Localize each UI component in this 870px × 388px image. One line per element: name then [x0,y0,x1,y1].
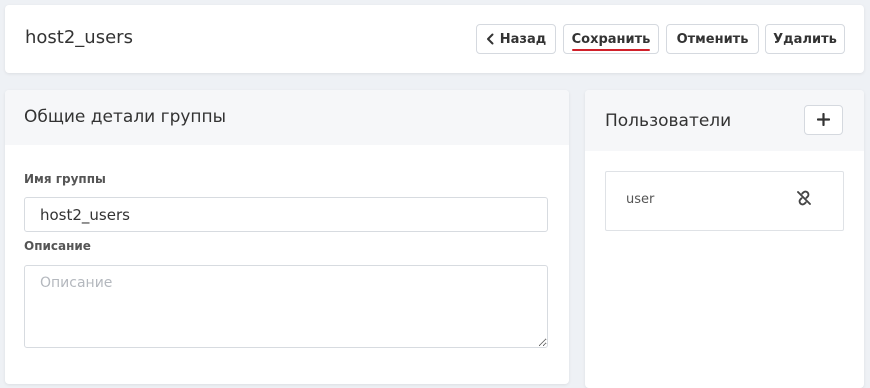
description-label: Описание [24,239,91,253]
users-card: Пользователи user [585,90,864,388]
back-button[interactable]: Назад [476,24,556,54]
plus-icon [816,111,831,130]
page-header: host2_users Назад Сохранить Отменить Уда… [5,5,864,73]
add-user-button[interactable] [804,105,843,135]
group-name-input[interactable] [24,197,548,232]
cancel-button-label: Отменить [676,31,749,47]
chevron-left-icon [486,33,494,45]
unlink-user-button[interactable] [793,189,815,211]
group-details-header: Общие детали группы [5,90,569,145]
back-button-label: Назад [499,31,547,47]
delete-button[interactable]: Удалить [765,24,845,54]
delete-button-label: Удалить [773,31,837,47]
group-details-card: Общие детали группы Имя группы Описание [5,90,569,384]
description-textarea[interactable] [24,265,548,348]
group-name-label: Имя группы [24,172,106,186]
cancel-button[interactable]: Отменить [666,24,759,54]
user-name: user [626,192,655,207]
save-button[interactable]: Сохранить [563,24,659,54]
save-underline [572,49,650,51]
users-title: Пользователи [605,111,732,131]
users-header: Пользователи [585,90,864,151]
user-list-item: user [605,171,844,231]
page-title: host2_users [25,27,133,48]
save-button-label: Сохранить [571,31,651,47]
group-details-title: Общие детали группы [24,107,227,127]
unlink-icon [795,189,813,211]
